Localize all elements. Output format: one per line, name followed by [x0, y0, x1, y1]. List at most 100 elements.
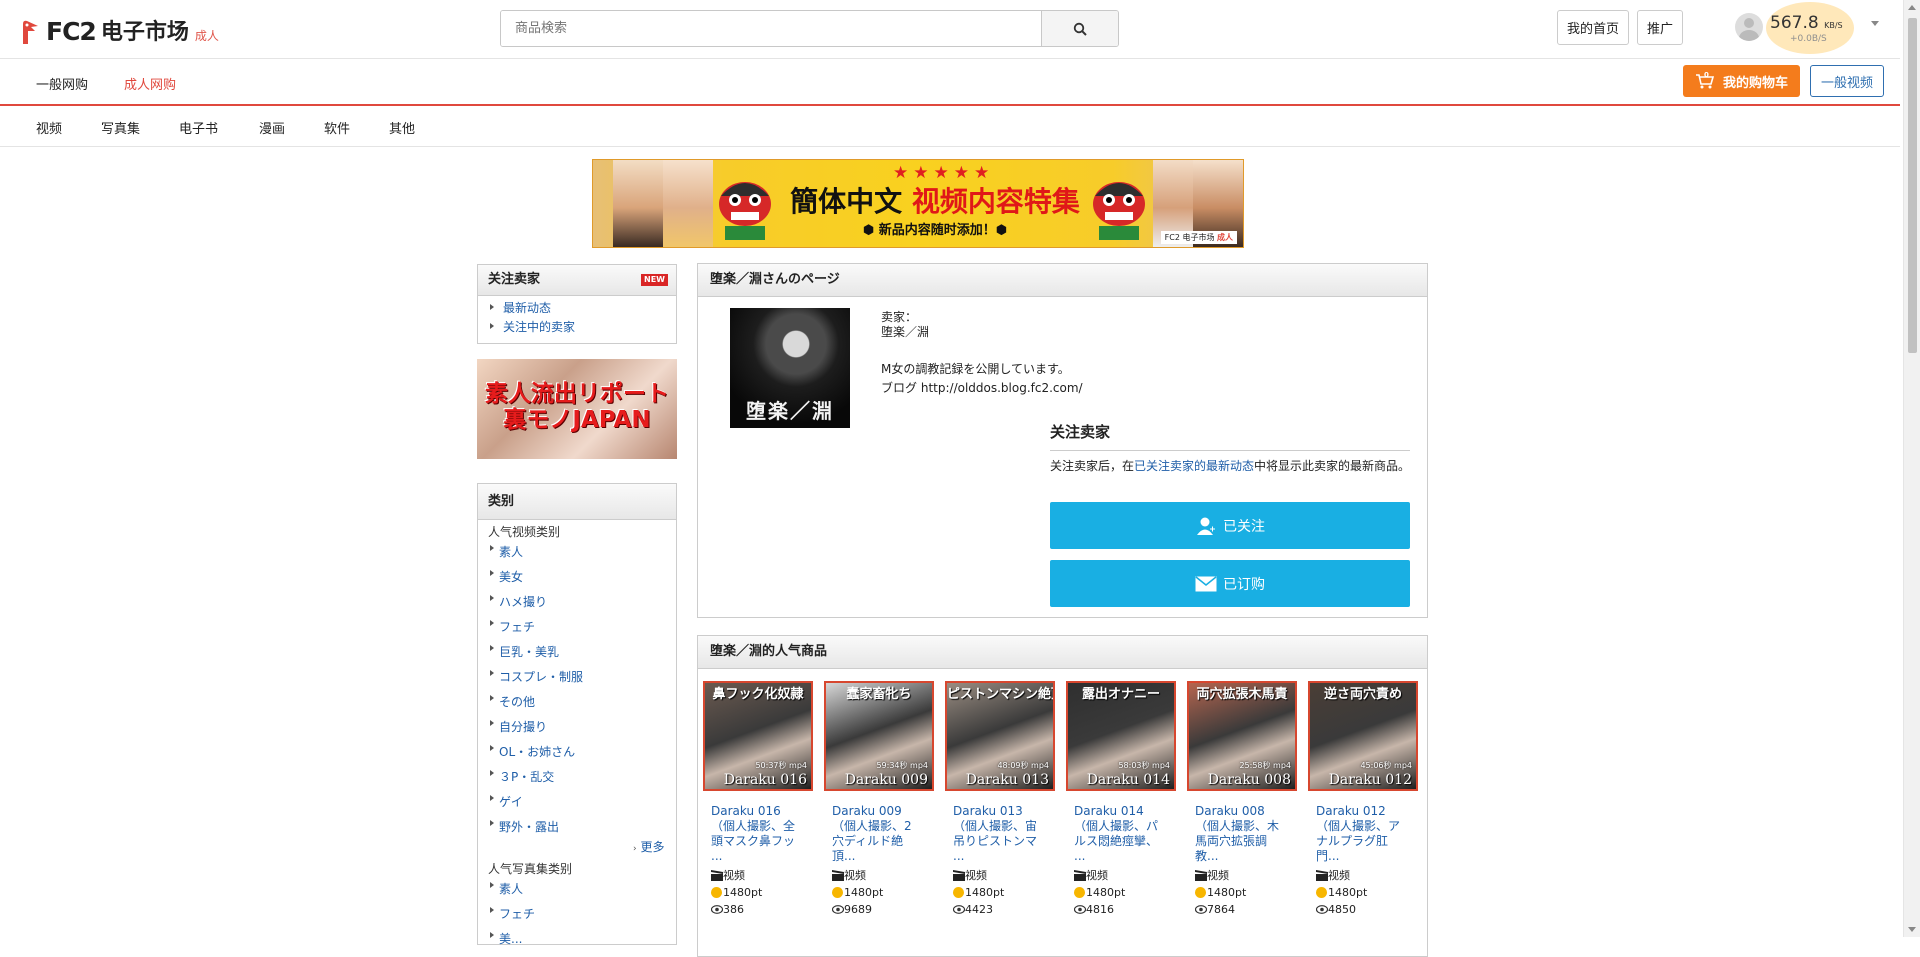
coin-icon — [1316, 887, 1327, 898]
seller-blog-link[interactable]: http://olddos.blog.fc2.com/ — [921, 381, 1083, 395]
sidebar-ad-banner[interactable]: 素人流出リポート 裏モノJAPAN — [477, 359, 677, 459]
video-category-item[interactable]: 自分撮り — [478, 715, 676, 740]
product-card[interactable]: 蠢家畜牝ち 59:34秒 mp4 Daraku 009 Daraku 009 （個人撮影… — [824, 681, 934, 918]
product-card[interactable]: 鼻フック化奴隷 50:37秒 mp4 Daraku 016 Daraku 016 （個人… — [703, 681, 813, 918]
product-title-line: Daraku 009 — [832, 804, 902, 818]
video-category-item[interactable]: コスプレ・制服 — [478, 665, 676, 690]
video-category-item[interactable]: ハメ撮り — [478, 590, 676, 615]
search-input[interactable] — [501, 11, 1041, 46]
video-category-item[interactable]: OL・お姉さん — [478, 740, 676, 765]
seller-description: M女の調教記録を公開しています。 — [881, 362, 1070, 376]
cat-other[interactable]: 其他 — [389, 118, 415, 137]
video-category-item[interactable]: 素人 — [478, 540, 676, 565]
product-title[interactable]: Daraku 013 （個人撮影、宙 吊りピストンマ... — [945, 804, 1055, 864]
search-button[interactable] — [1041, 11, 1118, 46]
scroll-thumb[interactable] — [1908, 18, 1917, 353]
product-title[interactable]: Daraku 009 （個人撮影、2 穴ディルド絶 頂... — [824, 804, 934, 864]
speed-readout: 567.8 KB/S — [1770, 13, 1843, 33]
product-title-line: Daraku 008 — [1195, 804, 1265, 818]
cat-photobook[interactable]: 写真集 — [101, 118, 140, 137]
product-thumbnail-meta: 50:37秒 mp4 — [755, 761, 807, 770]
video-category-item[interactable]: 野外・露出 — [478, 815, 676, 840]
video-category-item[interactable]: ゲイ — [478, 790, 676, 815]
photo-category-item[interactable]: 素人 — [478, 877, 676, 902]
product-title[interactable]: Daraku 008 （個人撮影、木 馬両穴拡張調 教... — [1187, 804, 1297, 864]
product-thumbnail[interactable]: 逆さ両穴責め 45:06秒 mp4 Daraku 012 — [1308, 681, 1418, 791]
nav-adult-shopping[interactable]: 成人网购 — [124, 74, 176, 93]
subscribed-button[interactable]: 已订购 — [1050, 560, 1410, 607]
follow-sellers-box: 关注卖家 NEW 最新动态 关注中的卖家 — [477, 264, 677, 344]
product-title-line: ... — [953, 849, 965, 863]
product-title[interactable]: Daraku 014 （個人撮影、パ ルス悶絶痙攣、... — [1066, 804, 1176, 864]
product-thumbnail[interactable]: ピストンマシン絶頂 48:09秒 mp4 Daraku 013 — [945, 681, 1055, 791]
product-views: 4816 — [1066, 901, 1176, 918]
product-thumbnail[interactable]: 蠢家畜牝ち 59:34秒 mp4 Daraku 009 — [824, 681, 934, 791]
product-views-value: 4816 — [1086, 903, 1114, 916]
nav-general-shopping[interactable]: 一般网购 — [36, 74, 88, 93]
photo-category-group: 人气写真集类别 — [488, 862, 573, 876]
product-price: 1480pt — [1187, 884, 1297, 901]
product-thumbnail-caption: ピストンマシン絶頂 — [947, 687, 1053, 702]
product-title-line: ルス悶絶痙攣、 — [1074, 834, 1159, 848]
product-price-value: 1480pt — [723, 886, 763, 899]
followed-updates-link[interactable]: 已关注卖家的最新动态 — [1134, 459, 1254, 473]
product-title-line: （個人撮影、2 — [832, 819, 912, 833]
coin-icon — [1195, 887, 1206, 898]
follow-sellers-header: 关注卖家 NEW — [478, 265, 676, 296]
more-categories-label: 更多 — [640, 840, 665, 854]
sidebar-followed-sellers[interactable]: 关注中的卖家 — [478, 318, 676, 337]
product-thumbnail-name: Daraku 008 — [1207, 772, 1291, 788]
video-category-list: 素人 美女 ハメ撮り フェチ 巨乳・美乳 コスプレ・制服 その他 自分撮り OL・お姉さん ３P・… — [478, 540, 676, 840]
product-thumbnail[interactable]: 露出オナニー 58:03秒 mp4 Daraku 014 — [1066, 681, 1176, 791]
product-title[interactable]: Daraku 016 （個人撮影、全 頭マスク鼻フッ... — [703, 804, 813, 864]
video-category-item[interactable]: フェチ — [478, 615, 676, 640]
subscribed-button-label: 已订购 — [1223, 576, 1265, 593]
account-dropdown-icon[interactable] — [1871, 21, 1879, 26]
product-card[interactable]: 両穴拡張木馬責 25:58秒 mp4 Daraku 008 Daraku 008 （個人… — [1187, 681, 1297, 918]
product-price-value: 1480pt — [965, 886, 1005, 899]
product-type-label: 视频 — [844, 869, 866, 882]
followed-button[interactable]: 已关注 — [1050, 502, 1410, 549]
general-video-button[interactable]: 一般视频 — [1810, 65, 1884, 97]
product-card[interactable]: ピストンマシン絶頂 48:09秒 mp4 Daraku 013 Daraku 013 （… — [945, 681, 1055, 918]
photo-category-item[interactable]: フェチ — [478, 902, 676, 927]
page-scrollbar[interactable] — [1903, 0, 1920, 937]
cart-button[interactable]: 0 我的购物车 — [1683, 65, 1800, 97]
promote-button[interactable]: 推广 — [1637, 10, 1683, 45]
photo-category-item[interactable]: 美... — [478, 927, 676, 952]
product-thumbnail-name: Daraku 016 — [723, 772, 807, 788]
cat-software[interactable]: 软件 — [324, 118, 350, 137]
product-price: 1480pt — [945, 884, 1055, 901]
avatar[interactable] — [1735, 13, 1763, 41]
cat-manga[interactable]: 漫画 — [259, 118, 285, 137]
product-thumbnail-meta: 45:06秒 mp4 — [1360, 761, 1412, 770]
product-type-label: 视频 — [1207, 869, 1229, 882]
sidebar-latest-updates[interactable]: 最新动态 — [478, 299, 676, 318]
video-category-item[interactable]: ３P・乱交 — [478, 765, 676, 790]
lion-dance-icon — [719, 182, 771, 240]
video-category-item[interactable]: 美女 — [478, 565, 676, 590]
scroll-down-icon[interactable] — [1908, 927, 1916, 932]
eye-icon — [832, 905, 844, 914]
product-card[interactable]: 逆さ両穴責め 45:06秒 mp4 Daraku 012 Daraku 012 （個人撮… — [1308, 681, 1418, 918]
product-type: 视频 — [1308, 867, 1418, 884]
site-logo[interactable]: FC2 电子市场 成人 — [20, 12, 219, 46]
my-home-button[interactable]: 我的首页 — [1557, 10, 1629, 45]
more-categories-link[interactable]: › 更多 — [633, 838, 664, 855]
scroll-up-icon[interactable] — [1908, 5, 1916, 10]
product-card[interactable]: 露出オナニー 58:03秒 mp4 Daraku 014 Daraku 014 （個人撮… — [1066, 681, 1176, 918]
video-category-item[interactable]: 巨乳・美乳 — [478, 640, 676, 665]
product-thumbnail[interactable]: 両穴拡張木馬責 25:58秒 mp4 Daraku 008 — [1187, 681, 1297, 791]
sidebar-ad-text-1: 素人流出リポート — [485, 381, 669, 407]
cat-ebook[interactable]: 电子书 — [179, 118, 218, 137]
product-price: 1480pt — [1066, 884, 1176, 901]
product-thumbnail[interactable]: 鼻フック化奴隷 50:37秒 mp4 Daraku 016 — [703, 681, 813, 791]
product-title-line: 吊りピストンマ — [953, 834, 1038, 848]
product-title-line: ナルプラグ肛 — [1316, 834, 1389, 848]
search-icon — [1073, 22, 1087, 36]
seller-avatar-image: 堕楽／淵 — [730, 308, 850, 428]
promo-banner[interactable]: ★★★★★ 簡体中文 视频内容特集 ⬢ 新品内容随时添加！⬢ FC2 电子市场 … — [592, 159, 1244, 248]
video-category-item[interactable]: その他 — [478, 690, 676, 715]
product-title[interactable]: Daraku 012 （個人撮影、ア ナルプラグ肛 門... — [1308, 804, 1418, 864]
cat-video[interactable]: 视频 — [36, 118, 62, 137]
